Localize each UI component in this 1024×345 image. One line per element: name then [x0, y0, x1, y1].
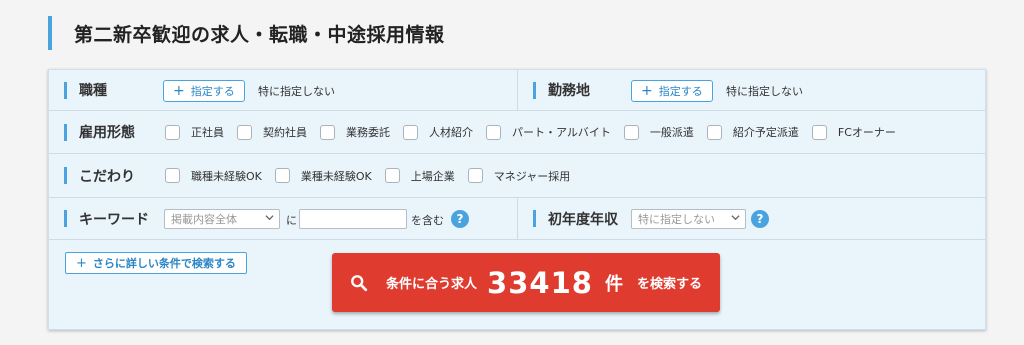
occupation-section: 職種 + 指定する 特に指定しない	[49, 70, 518, 110]
keyword-suffix: を含む	[411, 214, 444, 227]
employment-label: 雇用形態	[64, 122, 135, 142]
search-count: 33418	[487, 265, 593, 300]
location-specify-label: 指定する	[658, 85, 703, 98]
checkbox[interactable]	[384, 168, 400, 183]
label-mark	[64, 210, 67, 227]
option-label: パート・アルバイト	[512, 126, 611, 139]
label-mark	[533, 81, 536, 99]
label-mark	[64, 123, 67, 141]
checkbox[interactable]	[467, 168, 483, 183]
occupation-label-text: 職種	[79, 83, 107, 99]
occupation-specify-label: 指定する	[190, 85, 235, 98]
keyword-connector: に	[286, 214, 297, 227]
checkbox[interactable]	[486, 124, 501, 140]
page-title: 第二新卒歓迎の求人・転職・中途採用情報	[48, 16, 445, 50]
search-button[interactable]: 条件に合う求人 33418 件 を検索する	[332, 253, 720, 312]
checkbox[interactable]	[623, 124, 639, 140]
option-label: 職種未経験OK	[191, 169, 262, 183]
option-label: 紹介予定派遣	[732, 126, 799, 139]
preference-options: 職種未経験OK 業種未経験OK 上場企業 マネジャー採用	[165, 168, 583, 184]
chevron-down-icon	[731, 215, 740, 221]
keyword-scope-value: 掲載内容全体	[171, 213, 237, 226]
keyword-input[interactable]	[299, 209, 407, 229]
location-current: 特に指定しない	[726, 85, 803, 98]
option-label: 業務委託	[346, 126, 390, 139]
row-occupation-location: 職種 + 指定する 特に指定しない 勤務地 + 指定する 特に指定しない	[49, 70, 985, 111]
preferences-label: こだわり	[64, 166, 135, 186]
keyword-label: キーワード	[64, 209, 149, 229]
row-keyword-salary: キーワード 掲載内容全体 に を含む ? 初年度年収 特に指定しない ?	[49, 198, 985, 240]
checkbox[interactable]	[165, 168, 180, 183]
employment-option[interactable]: 契約社員	[237, 124, 307, 140]
plus-icon: +	[76, 255, 87, 271]
occupation-specify-button[interactable]: + 指定する	[163, 80, 245, 102]
location-specify-button[interactable]: + 指定する	[631, 80, 713, 102]
salary-label: 初年度年収	[533, 209, 618, 229]
option-label: 上場企業	[410, 169, 455, 183]
option-label: マネジャー採用	[493, 169, 571, 183]
salary-label-text: 初年度年収	[548, 211, 618, 228]
search-panel: 職種 + 指定する 特に指定しない 勤務地 + 指定する 特に指定しない 雇用形…	[48, 69, 986, 330]
keyword-label-text: キーワード	[79, 211, 149, 228]
preference-option[interactable]: 業種未経験OK	[274, 168, 372, 184]
preference-option[interactable]: 職種未経験OK	[165, 168, 262, 184]
checkbox[interactable]	[706, 124, 722, 140]
preferences-label-text: こだわり	[79, 168, 135, 185]
checkbox[interactable]	[403, 124, 418, 140]
option-label: 一般派遣	[649, 126, 694, 139]
label-mark	[64, 81, 67, 99]
label-mark	[533, 210, 536, 227]
preference-option[interactable]: マネジャー採用	[467, 168, 571, 184]
checkbox[interactable]	[811, 124, 827, 140]
location-label: 勤務地	[533, 80, 590, 100]
salary-select-value: 特に指定しない	[638, 213, 715, 226]
option-label: 正社員	[191, 126, 224, 139]
salary-section: 初年度年収 特に指定しない ?	[518, 198, 985, 239]
preference-option[interactable]: 上場企業	[384, 168, 455, 184]
employment-option[interactable]: パート・アルバイト	[486, 124, 611, 140]
option-label: FCオーナー	[837, 126, 896, 139]
employment-option[interactable]: 一般派遣	[623, 124, 694, 140]
employment-option[interactable]: FCオーナー	[811, 124, 896, 140]
row-employment: 雇用形態 正社員 契約社員 業務委託 人材紹介 パート・アルバイト 一般派遣 紹…	[49, 111, 985, 154]
label-mark	[64, 167, 67, 184]
search-suffix: を検索する	[636, 277, 702, 292]
keyword-help-icon[interactable]: ?	[451, 210, 469, 228]
checkbox[interactable]	[274, 168, 290, 183]
keyword-section: キーワード 掲載内容全体 に を含む ?	[49, 198, 518, 239]
keyword-scope-select[interactable]: 掲載内容全体	[164, 209, 280, 229]
option-label: 業種未経験OK	[300, 169, 372, 183]
salary-select[interactable]: 特に指定しない	[631, 209, 746, 229]
search-icon	[351, 274, 368, 291]
location-label-text: 勤務地	[548, 83, 590, 99]
page-title-text: 第二新卒歓迎の求人・転職・中途採用情報	[74, 23, 445, 46]
plus-icon: +	[641, 83, 653, 99]
title-accent-bar	[48, 16, 52, 50]
search-unit: 件	[604, 273, 623, 295]
employment-option[interactable]: 人材紹介	[403, 124, 473, 140]
option-label: 契約社員	[263, 126, 307, 139]
occupation-current: 特に指定しない	[258, 85, 335, 98]
row-preferences: こだわり 職種未経験OK 業種未経験OK 上場企業 マネジャー採用	[49, 154, 985, 198]
employment-option[interactable]: 業務委託	[320, 124, 390, 140]
employment-option[interactable]: 紹介予定派遣	[706, 124, 799, 140]
search-prefix: 条件に合う求人	[386, 277, 478, 292]
employment-label-text: 雇用形態	[79, 125, 135, 141]
more-conditions-label: さらに詳しい条件で検索する	[92, 257, 236, 270]
employment-options: 正社員 契約社員 業務委託 人材紹介 パート・アルバイト 一般派遣 紹介予定派遣…	[165, 124, 909, 140]
location-section: 勤務地 + 指定する 特に指定しない	[518, 70, 985, 110]
occupation-label: 職種	[64, 80, 107, 100]
checkbox[interactable]	[320, 124, 335, 140]
salary-help-icon[interactable]: ?	[751, 210, 769, 228]
plus-icon: +	[173, 83, 185, 99]
employment-option[interactable]: 正社員	[165, 124, 224, 140]
checkbox[interactable]	[165, 124, 180, 140]
option-label: 人材紹介	[429, 126, 473, 139]
checkbox[interactable]	[237, 124, 252, 140]
more-conditions-button[interactable]: + さらに詳しい条件で検索する	[65, 252, 247, 274]
chevron-down-icon	[265, 215, 274, 221]
